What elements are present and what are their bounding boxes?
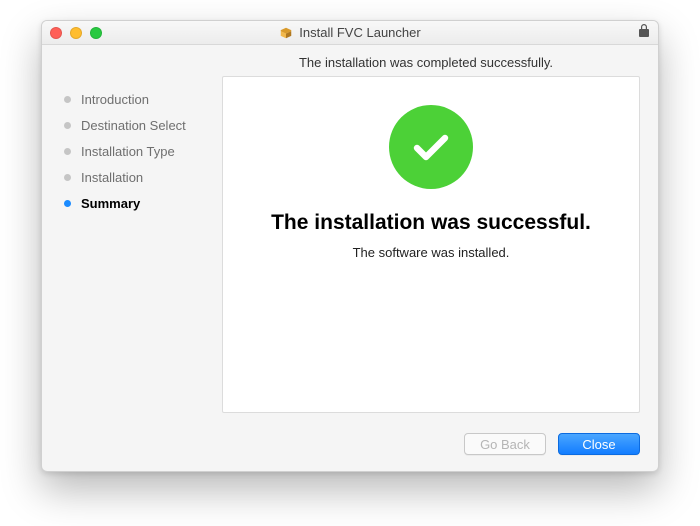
window-title: Install FVC Launcher: [299, 25, 420, 40]
stage-description: The installation was completed successfu…: [217, 45, 635, 76]
installer-window: Install FVC Launcher The installation wa…: [41, 20, 659, 472]
bullet-icon: [64, 148, 71, 155]
step-installation-type: Installation Type: [64, 138, 222, 164]
step-summary: Summary: [64, 190, 222, 216]
titlebar: Install FVC Launcher: [42, 21, 658, 45]
window-controls: [50, 27, 102, 39]
steps-sidebar: Introduction Destination Select Installa…: [42, 76, 222, 413]
package-icon: [279, 26, 293, 40]
bullet-icon: [64, 96, 71, 103]
step-label: Introduction: [81, 92, 149, 107]
step-label: Installation: [81, 170, 143, 185]
bullet-icon: [64, 122, 71, 129]
success-subtext: The software was installed.: [353, 245, 510, 260]
close-button[interactable]: Close: [558, 433, 640, 455]
success-headline: The installation was successful.: [271, 211, 591, 235]
step-installation: Installation: [64, 164, 222, 190]
footer: Go Back Close: [42, 427, 658, 471]
bullet-icon: [64, 174, 71, 181]
step-label: Destination Select: [81, 118, 186, 133]
content-panel: The installation was successful. The sof…: [222, 76, 640, 413]
success-check-icon: [389, 105, 473, 189]
minimize-window-icon[interactable]: [70, 27, 82, 39]
body: Introduction Destination Select Installa…: [42, 76, 658, 427]
bullet-icon: [64, 200, 71, 207]
step-introduction: Introduction: [64, 86, 222, 112]
go-back-button: Go Back: [464, 433, 546, 455]
step-label: Summary: [81, 196, 140, 211]
lock-icon: [638, 23, 650, 42]
zoom-window-icon[interactable]: [90, 27, 102, 39]
step-label: Installation Type: [81, 144, 175, 159]
close-window-icon[interactable]: [50, 27, 62, 39]
step-destination-select: Destination Select: [64, 112, 222, 138]
